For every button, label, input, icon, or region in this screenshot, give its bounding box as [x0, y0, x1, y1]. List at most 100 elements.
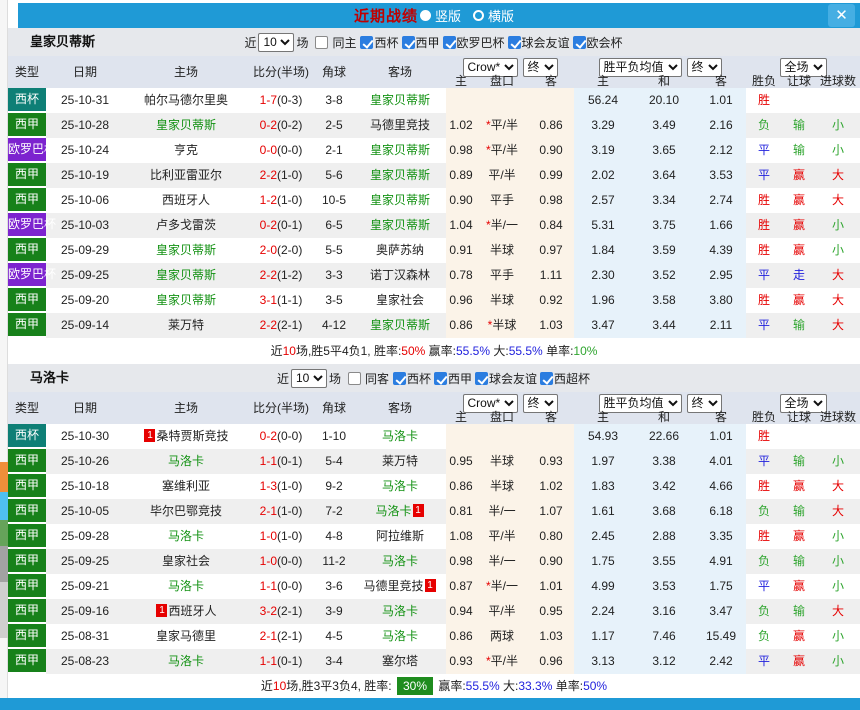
col-header-home: 主场 [173, 65, 198, 79]
handicap-line [476, 88, 528, 113]
league-filter-label[interactable]: 西超杯 [554, 372, 590, 386]
summary-text: 33.3% [518, 679, 553, 693]
edge-fragment [0, 492, 8, 520]
league-filter[interactable]: 欧罗巴杯 [441, 35, 506, 50]
league-filter-label[interactable]: 西杯 [407, 372, 431, 386]
col-header-handicap: 盘口 [489, 410, 514, 424]
handicap-home-odds: 1.02 [446, 113, 476, 138]
modal-title: 近期战绩 [353, 8, 418, 25]
summary-text: 55.5% [508, 344, 543, 358]
same-venue-label[interactable]: 同客 [365, 370, 389, 387]
checkbox-checked-icon[interactable] [360, 35, 374, 49]
avg-away-odds: 1.01 [696, 424, 746, 449]
handicap-line: *平/半 [476, 138, 528, 163]
same-venue-label[interactable]: 同主 [332, 34, 356, 51]
full-time-score: 0-2 [259, 429, 277, 443]
avg-draw-odds: 3.59 [632, 238, 696, 263]
table-header: 类型 日期 主场 比分(半场) 角球 客场 Crow* 终 主 盘口 客 胜平负… [8, 392, 860, 424]
league-type-badge: 西甲 [8, 313, 46, 338]
handicap-away-odds: 1.01 [528, 574, 574, 599]
handicap-home-odds: 0.90 [446, 188, 476, 213]
league-filter-label[interactable]: 西杯 [374, 36, 398, 50]
handicap-home-odds: 0.94 [446, 599, 476, 624]
col-header-home: 主场 [173, 401, 198, 415]
summary-row: 近10场,胜5平4负1, 胜率:50% 赢率:55.5% 大:55.5% 单率:… [8, 338, 860, 364]
corner-score: 3-6 [325, 579, 343, 593]
horizontal-layout-label[interactable]: 横版 [488, 6, 514, 25]
away-team: 马洛卡 [354, 599, 446, 624]
league-filter[interactable]: 西杯 [391, 371, 432, 386]
checkbox-checked-icon[interactable] [434, 371, 447, 385]
match-date: 25-09-25 [60, 554, 110, 568]
handicap-line: 半球 [476, 288, 528, 313]
away-team: 马洛卡 [354, 624, 446, 649]
col-header-score: 比分(半场) [253, 401, 309, 415]
handicap-away-odds: 0.97 [528, 238, 574, 263]
checkbox-checked-icon[interactable] [540, 371, 554, 385]
handicap-away-odds: 1.11 [528, 263, 574, 288]
checkbox-checked-icon[interactable] [507, 35, 521, 49]
avg-away-odds: 4.01 [696, 449, 746, 474]
col-header-avg-away: 客 [714, 410, 727, 424]
result-flag: 胜 [757, 529, 770, 543]
half-time-score: (0-2) [277, 118, 303, 132]
team-name-text: 西班牙人 [161, 193, 210, 207]
full-time-score: 3-1 [259, 293, 277, 307]
col-header-avg-home: 主 [596, 410, 609, 424]
same-venue-checkbox[interactable] [315, 35, 329, 49]
horizontal-layout-radio[interactable] [473, 10, 484, 21]
match-count-select[interactable]: 10 [290, 368, 327, 388]
team-name-text: 马洛卡 [167, 529, 204, 543]
away-team: 塞尔塔 [354, 649, 446, 674]
league-type-badge: 西杯 [8, 88, 46, 113]
checkbox-checked-icon[interactable] [392, 371, 406, 385]
league-type-badge: 西甲 [8, 499, 46, 524]
handicap-line [476, 424, 528, 449]
handicap-text: 平/半 [490, 118, 518, 132]
league-filter[interactable]: 西杯 [358, 35, 399, 50]
checkbox-checked-icon[interactable] [572, 35, 586, 49]
handicap-home-odds: 0.86 [446, 474, 476, 499]
league-filter[interactable]: 欧会杯 [571, 35, 624, 50]
vertical-layout-radio[interactable] [419, 10, 431, 21]
goals-result-flag: 大 [831, 268, 844, 282]
handicap-away-odds: 0.90 [528, 549, 574, 574]
summary-text: 55.5% [456, 344, 491, 358]
checkbox-checked-icon[interactable] [475, 371, 489, 385]
league-filter[interactable]: 球会友谊 [506, 35, 571, 50]
result-flag: 负 [757, 504, 770, 518]
checkbox-checked-icon[interactable] [442, 35, 456, 49]
league-filter[interactable]: 西超杯 [538, 371, 591, 386]
match-count-select[interactable]: 10 [258, 32, 295, 52]
league-filter-label[interactable]: 欧会杯 [587, 36, 623, 50]
checkbox-checked-icon[interactable] [401, 35, 415, 49]
goals-result-flag: 大 [831, 293, 844, 307]
league-filter[interactable]: 西甲 [432, 371, 473, 386]
away-team: 阿拉维斯 [354, 524, 446, 549]
league-filter-label[interactable]: 欧罗巴杯 [457, 36, 505, 50]
league-filter-label[interactable]: 球会友谊 [489, 372, 537, 386]
bottom-scrollbar[interactable] [0, 698, 860, 710]
result-flag: 平 [757, 579, 770, 593]
avg-draw-odds: 3.53 [632, 574, 696, 599]
league-filter-label[interactable]: 西甲 [416, 36, 440, 50]
vertical-layout-label[interactable]: 竖版 [435, 6, 461, 25]
home-team: 马洛卡 [124, 449, 248, 474]
result-flag: 胜 [757, 218, 770, 232]
win-rate-badge: 30% [396, 677, 433, 695]
league-type-badge: 西甲 [8, 288, 46, 313]
league-filter-label[interactable]: 西甲 [448, 372, 472, 386]
same-venue-checkbox[interactable] [347, 371, 361, 385]
team-name-text: 莱万特 [167, 318, 204, 332]
col-header-avg-away: 客 [714, 74, 727, 88]
match-score: 0-2(0-1) [248, 213, 314, 238]
close-button[interactable]: ✕ [828, 4, 855, 27]
col-header-date: 日期 [72, 65, 97, 79]
league-type-badge: 西甲 [8, 163, 46, 188]
team-name-text: 皇家贝蒂斯 [369, 318, 430, 332]
avg-home-odds: 3.19 [574, 138, 632, 163]
league-filter[interactable]: 球会友谊 [473, 371, 538, 386]
full-time-score: 2-1 [259, 504, 277, 518]
league-filter-label[interactable]: 球会友谊 [522, 36, 570, 50]
league-filter[interactable]: 西甲 [400, 35, 441, 50]
